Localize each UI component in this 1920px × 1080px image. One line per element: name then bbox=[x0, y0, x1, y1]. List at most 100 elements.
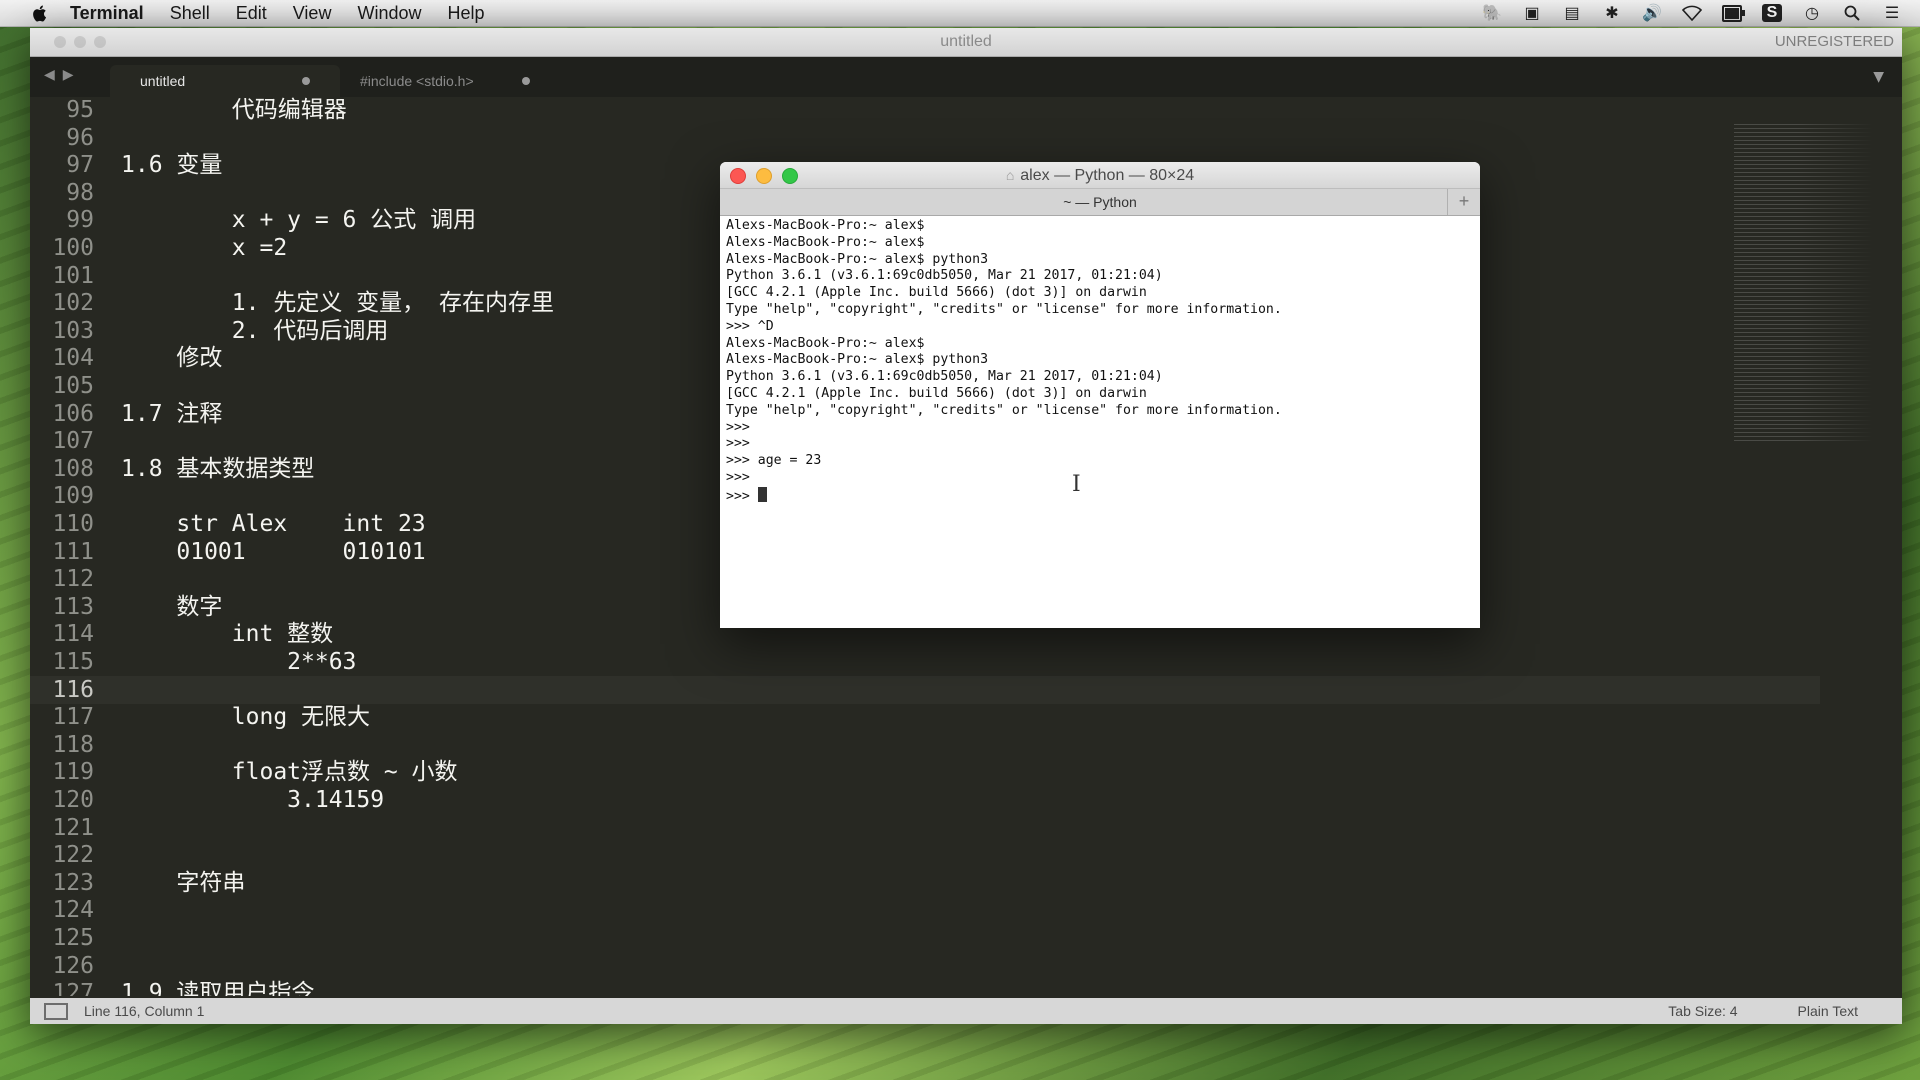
terminal-prompt-line[interactable]: >>> bbox=[726, 486, 1474, 506]
code-line[interactable]: 123 字符串 bbox=[30, 869, 1820, 897]
terminal-line: >>> bbox=[726, 436, 750, 452]
code-line[interactable]: 95 代码编辑器 bbox=[30, 96, 1820, 124]
menu-edit[interactable]: Edit bbox=[236, 3, 267, 24]
spotlight-search-icon[interactable] bbox=[1842, 4, 1862, 22]
unsaved-dot-icon[interactable] bbox=[522, 77, 530, 85]
line-number: 108 bbox=[52, 455, 94, 482]
line-text: 字符串 bbox=[121, 869, 246, 896]
line-text: 01001 010101 bbox=[121, 538, 426, 565]
menu-window[interactable]: Window bbox=[357, 3, 421, 24]
line-text: 1.6 变量 bbox=[121, 152, 223, 179]
terminal-line: Alexs-MacBook-Pro:~ alex$ bbox=[726, 218, 925, 233]
terminal-line: Type "help", "copyright", "credits" or "… bbox=[726, 301, 1282, 317]
terminal-line: [GCC 4.2.1 (Apple Inc. build 5666) (dot … bbox=[726, 285, 1147, 301]
drive-icon[interactable]: ▤ bbox=[1562, 4, 1582, 22]
syntax-selector[interactable]: Plain Text bbox=[1798, 1003, 1858, 1019]
block-cursor-icon bbox=[757, 486, 767, 502]
line-number: 123 bbox=[52, 869, 94, 896]
tab-forward-icon[interactable]: ▶ bbox=[63, 67, 74, 83]
line-text: x =2 bbox=[121, 235, 288, 261]
tab-back-icon[interactable]: ◀ bbox=[44, 67, 55, 83]
line-number: 115 bbox=[52, 649, 94, 675]
tab-dropdown-icon[interactable]: ▼ bbox=[1873, 69, 1884, 85]
screen-record-icon[interactable]: ▣ bbox=[1522, 4, 1542, 22]
terminal-line: Alexs-MacBook-Pro:~ alex$ bbox=[726, 234, 925, 250]
terminal-line: Alexs-MacBook-Pro:~ alex$ bbox=[726, 335, 925, 351]
code-line[interactable]: 126 bbox=[30, 952, 1820, 980]
menu-shell[interactable]: Shell bbox=[170, 3, 210, 24]
minimize-icon[interactable] bbox=[756, 168, 772, 184]
code-line[interactable]: 115 2**63 bbox=[30, 648, 1820, 676]
line-text: 2. 代码后调用 bbox=[121, 317, 389, 344]
bluetooth-icon[interactable]: ✱ bbox=[1602, 4, 1622, 22]
line-number: 103 bbox=[52, 317, 94, 344]
tab-navigation: ◀ ▶ bbox=[44, 67, 74, 83]
line-text: x + y = 6 公式 调用 bbox=[121, 207, 477, 234]
terminal-line: Python 3.6.1 (v3.6.1:69c0db5050, Mar 21 … bbox=[726, 268, 1163, 284]
line-text: float浮点数 ~ 小数 bbox=[121, 759, 458, 786]
minimap[interactable] bbox=[1734, 124, 1874, 444]
code-line[interactable]: 120 3.14159 bbox=[30, 786, 1820, 814]
line-text: 1.9 读取用户指令 bbox=[121, 980, 315, 996]
code-line[interactable]: 116 bbox=[30, 675, 1820, 704]
line-number: 96 bbox=[66, 124, 94, 151]
line-number: 121 bbox=[52, 814, 94, 841]
prompt: >>> bbox=[726, 488, 758, 504]
terminal-line: Alexs-MacBook-Pro:~ alex$ python3 bbox=[726, 251, 989, 267]
status-icons: 🐘 ▣ ▤ ✱ 🔊 S ◷ ☰ bbox=[1482, 0, 1902, 26]
tab-untitled[interactable]: untitled bbox=[110, 65, 340, 97]
terminal-output[interactable]: Alexs-MacBook-Pro:~ alex$ Alexs-MacBook-P… bbox=[720, 216, 1480, 508]
line-number: 101 bbox=[52, 262, 94, 289]
line-text: 数字 bbox=[121, 593, 223, 620]
terminal-title: alex — Python — 80×24 bbox=[1020, 167, 1195, 184]
line-number: 105 bbox=[52, 373, 94, 399]
new-tab-button[interactable]: + bbox=[1447, 189, 1480, 215]
line-number: 110 bbox=[52, 511, 94, 537]
terminal-line: Python 3.6.1 (v3.6.1:69c0db5050, Mar 21 … bbox=[726, 369, 1163, 385]
code-line[interactable]: 96 bbox=[30, 124, 1820, 152]
line-number: 126 bbox=[52, 952, 94, 979]
tab-include-stdio[interactable]: #include <stdio.h> bbox=[330, 65, 560, 97]
menu-terminal[interactable]: Terminal bbox=[70, 3, 144, 24]
clock-icon[interactable]: ◷ bbox=[1802, 4, 1822, 22]
terminal-tab[interactable]: ~ — Python bbox=[1063, 194, 1137, 210]
code-line[interactable]: 117 long 无限大 bbox=[30, 703, 1820, 731]
panel-toggle-icon[interactable] bbox=[44, 1002, 68, 1020]
line-number: 125 bbox=[52, 925, 94, 951]
close-icon[interactable] bbox=[730, 168, 746, 184]
tab-label: untitled bbox=[140, 73, 186, 89]
line-number: 120 bbox=[52, 787, 94, 813]
tab-bar: ◀ ▶ untitled #include <stdio.h> ▼ bbox=[30, 57, 1902, 97]
tab-size-selector[interactable]: Tab Size: 4 bbox=[1668, 1003, 1737, 1019]
battery-icon[interactable] bbox=[1722, 4, 1745, 22]
notification-center-icon[interactable]: ☰ bbox=[1882, 4, 1902, 22]
evernote-icon[interactable]: 🐘 bbox=[1482, 4, 1502, 22]
unsaved-dot-icon[interactable] bbox=[302, 77, 310, 85]
tab-label: #include <stdio.h> bbox=[360, 73, 474, 89]
volume-icon[interactable]: 🔊 bbox=[1642, 4, 1662, 22]
code-line[interactable]: 127 1.9 读取用户指令 bbox=[30, 979, 1820, 996]
code-line[interactable]: 118 bbox=[30, 731, 1820, 759]
line-text: 2**63 bbox=[121, 649, 357, 675]
status-bar: Line 116, Column 1 Tab Size: 4 Plain Tex… bbox=[30, 998, 1902, 1024]
s-app-icon[interactable]: S bbox=[1762, 4, 1782, 22]
editor-titlebar: untitled UNREGISTERED bbox=[30, 28, 1902, 57]
line-number: 95 bbox=[66, 97, 94, 123]
terminal-window: ⌂ alex — Python — 80×24 ~ — Python + Alex… bbox=[720, 162, 1480, 628]
line-number: 102 bbox=[52, 290, 94, 317]
code-line[interactable]: 125 bbox=[30, 924, 1820, 952]
wifi-icon[interactable] bbox=[1682, 4, 1702, 22]
code-line[interactable]: 119 float浮点数 ~ 小数 bbox=[30, 758, 1820, 786]
code-line[interactable]: 121 bbox=[30, 814, 1820, 842]
terminal-line: >>> bbox=[726, 469, 750, 485]
menu-bar: Terminal Shell Edit View Window Help 🐘 ▣… bbox=[0, 0, 1920, 27]
line-number: 127 bbox=[52, 980, 94, 996]
menu-view[interactable]: View bbox=[293, 3, 332, 24]
line-text: long 无限大 bbox=[121, 704, 371, 731]
code-line[interactable]: 122 bbox=[30, 841, 1820, 869]
apple-icon[interactable] bbox=[28, 2, 50, 24]
terminal-line: [GCC 4.2.1 (Apple Inc. build 5666) (dot … bbox=[726, 385, 1147, 401]
zoom-icon[interactable] bbox=[782, 168, 798, 184]
code-line[interactable]: 124 bbox=[30, 896, 1820, 924]
menu-help[interactable]: Help bbox=[447, 3, 484, 24]
